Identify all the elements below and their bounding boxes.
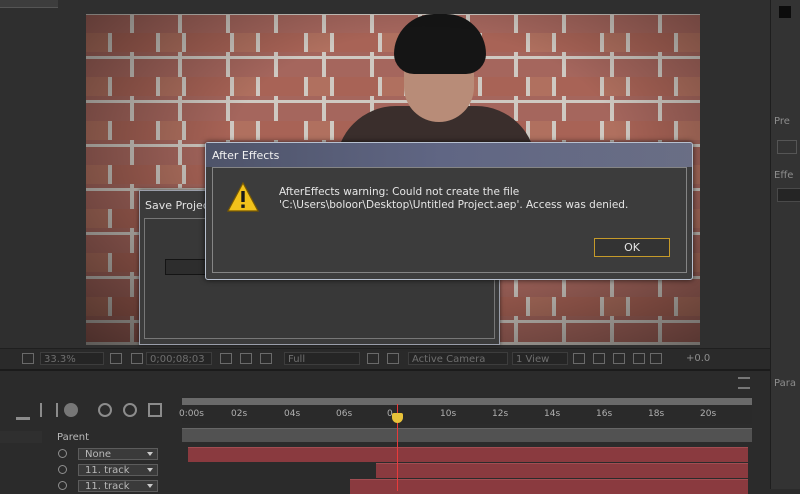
flowchart-icon[interactable] xyxy=(633,353,645,364)
zoom-select[interactable]: 33.3% xyxy=(40,352,104,365)
viewer-toolbar: 33.3% 0;00;08;03 Full Active Camera 1 Vi… xyxy=(0,348,770,369)
timeline-panel: 0:00s 02s 04s 06s 0 10s 12s 14s 16s 18s … xyxy=(0,369,770,494)
parent-column-header[interactable]: Parent xyxy=(57,432,89,443)
mask-visibility-icon[interactable] xyxy=(131,353,143,364)
current-time-field[interactable]: 0;00;08;03 xyxy=(146,352,212,365)
timeline-icon[interactable] xyxy=(613,353,625,364)
ruler-label: 0:00s xyxy=(179,409,204,419)
camera-select[interactable]: Active Camera xyxy=(408,352,508,365)
fast-previews-icon[interactable] xyxy=(593,353,605,364)
reset-exposure-icon[interactable] xyxy=(650,353,662,364)
safe-zones-icon[interactable] xyxy=(110,353,122,364)
ok-button[interactable]: OK xyxy=(594,238,670,257)
ruler-label: 04s xyxy=(284,409,301,419)
right-side-panel: Pre Effe Para xyxy=(770,0,800,489)
parent-select[interactable]: 11. track xyxy=(78,464,158,476)
layer-duration-bar[interactable] xyxy=(350,479,748,494)
ruler-label: 02s xyxy=(231,409,248,419)
effects-panel-label[interactable]: Effe xyxy=(774,170,793,181)
dialog-body: AfterEffects warning: Could not create t… xyxy=(212,167,687,273)
save-dialog-title: Save Projec xyxy=(145,199,209,212)
resolution-select[interactable]: Full xyxy=(284,352,360,365)
viewer-tab[interactable] xyxy=(0,0,58,8)
layer-row[interactable]: 11. track xyxy=(0,463,770,478)
ruler-label: 14s xyxy=(544,409,561,419)
ruler-label: 20s xyxy=(700,409,717,419)
motion-blur-icon[interactable] xyxy=(123,403,137,417)
draft-3d-icon[interactable] xyxy=(40,403,58,417)
chevron-down-icon xyxy=(147,468,153,472)
layer-duration-bar[interactable] xyxy=(188,447,748,462)
dialog-title: After Effects xyxy=(212,149,280,162)
graph-editor-icon[interactable] xyxy=(148,403,162,417)
panel-menu-icon[interactable] xyxy=(738,377,750,389)
exposure-value[interactable]: +0.0 xyxy=(686,353,710,364)
always-preview-icon[interactable] xyxy=(22,353,34,364)
work-area-bar[interactable] xyxy=(182,398,752,405)
parent-select[interactable]: None xyxy=(78,448,158,460)
layer-duration-bar[interactable] xyxy=(376,463,748,478)
effects-search-input[interactable] xyxy=(777,188,800,202)
color-swatch[interactable] xyxy=(779,6,791,18)
dialog-titlebar[interactable]: After Effects xyxy=(206,143,692,167)
preview-panel-label[interactable]: Pre xyxy=(774,116,790,127)
layer-row[interactable]: None xyxy=(0,447,770,462)
toggle-pixel-aspect-icon[interactable] xyxy=(573,353,585,364)
pickwhip-icon[interactable] xyxy=(58,465,67,474)
warning-icon xyxy=(227,182,259,212)
switch-column-icons[interactable] xyxy=(0,431,42,443)
frame-blending-icon[interactable] xyxy=(98,403,112,417)
ruler-label: 10s xyxy=(440,409,457,419)
ruler-label: 12s xyxy=(492,409,509,419)
snapshot-icon[interactable] xyxy=(220,353,232,364)
transparency-grid-icon[interactable] xyxy=(387,353,399,364)
navigator-bar[interactable] xyxy=(182,428,752,442)
preview-controls[interactable] xyxy=(777,140,797,154)
view-layout-select[interactable]: 1 View xyxy=(512,352,568,365)
show-snapshot-icon[interactable] xyxy=(240,353,252,364)
pickwhip-icon[interactable] xyxy=(58,449,67,458)
warning-message: AfterEffects warning: Could not create t… xyxy=(279,186,629,211)
ruler-label: 06s xyxy=(336,409,353,419)
warning-dialog: After Effects AfterEffects warning: Coul… xyxy=(205,142,693,280)
ruler-label: 18s xyxy=(648,409,665,419)
region-of-interest-icon[interactable] xyxy=(367,353,379,364)
paragraph-panel-label[interactable]: Para xyxy=(774,378,796,389)
parent-select-value: 11. track xyxy=(85,481,130,492)
comp-mini-flowchart-icon[interactable] xyxy=(16,403,30,420)
channel-icon[interactable] xyxy=(260,353,272,364)
parent-select-value: None xyxy=(85,449,112,460)
ruler-label: 16s xyxy=(596,409,613,419)
hide-shy-layers-icon[interactable] xyxy=(64,403,78,417)
chevron-down-icon xyxy=(147,484,153,488)
parent-select-value: 11. track xyxy=(85,465,130,476)
chevron-down-icon xyxy=(147,452,153,456)
parent-select[interactable]: 11. track xyxy=(78,480,158,492)
layer-row[interactable]: 11. track xyxy=(0,479,770,494)
